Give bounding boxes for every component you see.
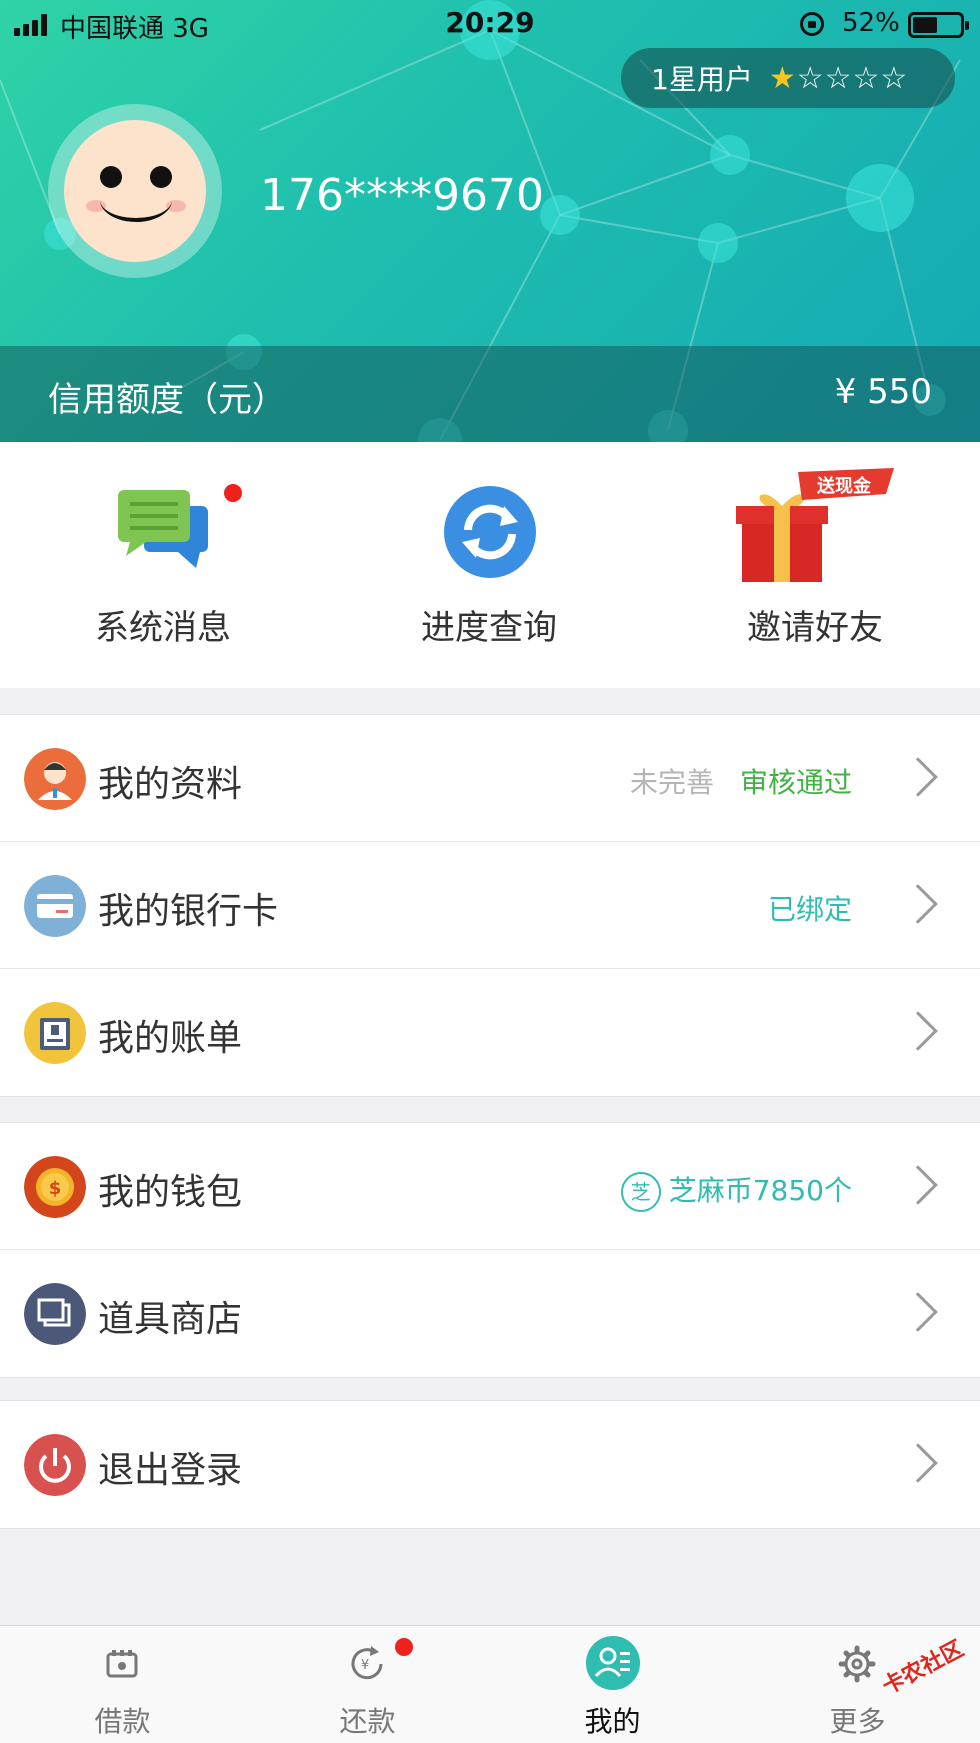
star-empty-icon: ☆☆☆☆ bbox=[796, 60, 909, 96]
sesame-coin-count: 芝麻币7850个 bbox=[668, 1174, 852, 1207]
quick-actions: 系统消息 进度查询 送现金 邀请好友 bbox=[0, 442, 980, 688]
menu-item-title: 我的账单 bbox=[98, 1018, 243, 1059]
chevron-right-icon bbox=[898, 757, 938, 797]
user-level-label: 1星用户 bbox=[651, 63, 753, 96]
tab-label: 还款 bbox=[339, 1705, 396, 1738]
battery-percent: 52% bbox=[842, 8, 900, 38]
bottom-tab-bar: 借款 ¥ 还款 我的 更多 bbox=[0, 1625, 980, 1743]
quick-action-messages[interactable]: 系统消息 bbox=[0, 442, 326, 688]
sesame-coin-icon: 芝 bbox=[620, 1172, 661, 1212]
menu-item-logout[interactable]: 退出登录 bbox=[0, 1401, 980, 1528]
menu-item-status: 未完善 审核通过 bbox=[630, 761, 852, 801]
wallet-balance: 芝芝麻币7850个 bbox=[620, 1169, 852, 1212]
profile-header: 中国联通 3G 20:29 52% 1星用户 ★☆☆☆☆ 176****9670… bbox=[0, 0, 980, 442]
status-time: 20:29 bbox=[445, 6, 535, 39]
unread-badge bbox=[224, 484, 242, 502]
star-filled-icon: ★ bbox=[768, 60, 797, 96]
gift-icon: 送现金 bbox=[736, 468, 894, 582]
quick-action-label: 邀请好友 bbox=[747, 608, 883, 648]
menu-item-title: 道具商店 bbox=[98, 1299, 243, 1340]
gear-icon bbox=[838, 1645, 876, 1683]
credit-limit-value: ¥ 550 bbox=[834, 372, 932, 412]
star-rating: ★☆☆☆☆ bbox=[769, 61, 908, 96]
menu-item-wallet[interactable]: $ 我的钱包 芝芝麻币7850个 bbox=[0, 1123, 980, 1250]
power-icon bbox=[24, 1434, 86, 1496]
credit-limit-label: 信用额度（元） bbox=[48, 380, 286, 420]
repay-badge bbox=[395, 1638, 413, 1656]
chevron-right-icon bbox=[898, 884, 938, 924]
svg-text:$: $ bbox=[49, 1178, 62, 1199]
chat-bubbles-icon bbox=[118, 490, 208, 568]
repay-icon: ¥ bbox=[351, 1646, 383, 1680]
quick-action-label: 系统消息 bbox=[95, 608, 231, 648]
chevron-right-icon bbox=[898, 1165, 938, 1205]
chevron-right-icon bbox=[898, 1443, 938, 1483]
menu-item-title: 我的钱包 bbox=[98, 1172, 243, 1213]
menu-item-bill[interactable]: 我的账单 bbox=[0, 969, 980, 1096]
tab-borrow[interactable]: 借款 bbox=[0, 1626, 245, 1743]
wallet-icon bbox=[106, 1650, 138, 1678]
menu-item-bank-card[interactable]: 我的银行卡 已绑定 bbox=[0, 842, 980, 969]
svg-text:¥: ¥ bbox=[361, 1658, 369, 1673]
menu-item-shop[interactable]: 道具商店 bbox=[0, 1250, 980, 1377]
user-icon bbox=[586, 1636, 640, 1690]
credit-limit-bar: 信用额度（元） ¥ 550 bbox=[0, 346, 980, 442]
gift-ribbon-text: 送现金 bbox=[816, 475, 872, 497]
quick-action-label: 进度查询 bbox=[421, 608, 557, 648]
menu-item-title: 我的资料 bbox=[98, 764, 243, 805]
avatar[interactable] bbox=[64, 120, 206, 262]
tab-label: 更多 bbox=[829, 1705, 886, 1738]
menu-group-assets: $ 我的钱包 芝芝麻币7850个 道具商店 bbox=[0, 1122, 980, 1378]
chevron-right-icon bbox=[898, 1292, 938, 1332]
user-phone: 176****9670 bbox=[260, 170, 544, 221]
status-bar: 中国联通 3G 20:29 52% bbox=[0, 0, 980, 50]
refresh-icon bbox=[444, 486, 536, 578]
tab-repay[interactable]: ¥ 还款 bbox=[245, 1626, 490, 1743]
profile-approved-label: 审核通过 bbox=[739, 766, 852, 799]
person-icon bbox=[24, 748, 86, 810]
orientation-lock-icon bbox=[800, 12, 824, 36]
quick-action-progress[interactable]: 进度查询 bbox=[326, 442, 652, 688]
tab-label: 借款 bbox=[94, 1705, 151, 1738]
quick-action-invite[interactable]: 送现金 邀请好友 bbox=[652, 442, 978, 688]
user-level-badge[interactable]: 1星用户 ★☆☆☆☆ bbox=[621, 48, 955, 108]
layers-icon bbox=[24, 1283, 86, 1345]
menu-group-session: 退出登录 bbox=[0, 1400, 980, 1529]
battery-icon bbox=[908, 12, 969, 38]
profile-incomplete-label: 未完善 bbox=[629, 766, 714, 799]
coin-icon: $ bbox=[24, 1156, 86, 1218]
chevron-right-icon bbox=[898, 1011, 938, 1051]
menu-item-profile[interactable]: 我的资料 未完善 审核通过 bbox=[0, 715, 980, 842]
bank-card-icon bbox=[24, 875, 86, 937]
tab-label: 我的 bbox=[584, 1705, 641, 1738]
menu-group-account: 我的资料 未完善 审核通过 我的银行卡 已绑定 我的账单 bbox=[0, 714, 980, 1097]
bank-card-status: 已绑定 bbox=[767, 893, 852, 926]
menu-item-title: 退出登录 bbox=[98, 1450, 243, 1491]
bill-book-icon bbox=[24, 1002, 86, 1064]
tab-mine[interactable]: 我的 bbox=[490, 1626, 735, 1743]
menu-item-title: 我的银行卡 bbox=[98, 891, 279, 932]
